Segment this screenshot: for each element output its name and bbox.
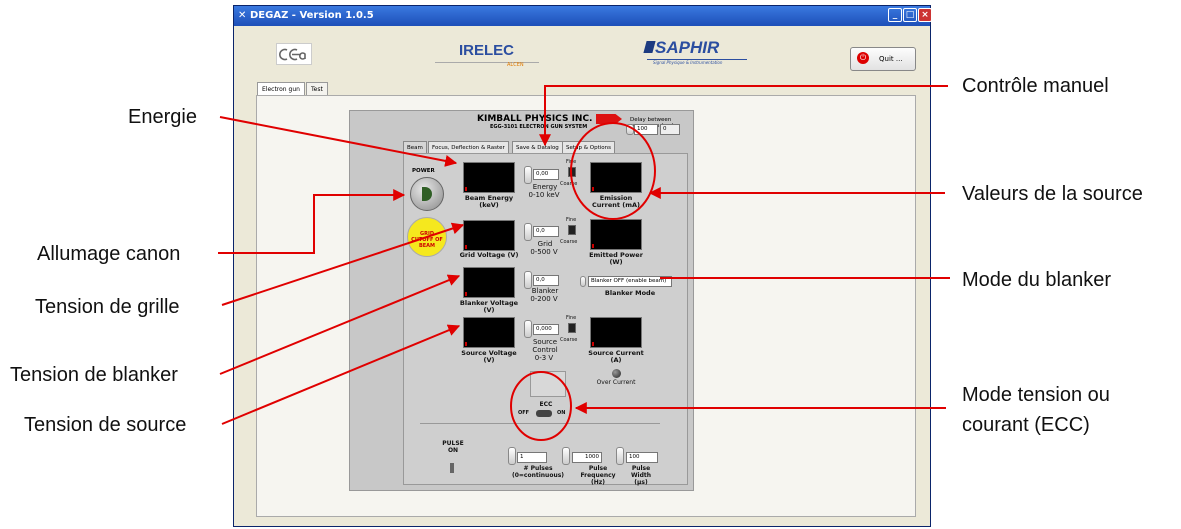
annotation-grille: Tension de grille <box>35 296 180 318</box>
ecc-circle <box>510 371 572 441</box>
arrow-allumage <box>218 189 406 254</box>
annotation-allumage: Allumage canon <box>37 243 181 265</box>
annotation-source: Tension de source <box>24 414 187 436</box>
arrow-blanker <box>219 274 461 375</box>
arrow-source <box>221 324 461 425</box>
annotation-ecc-line1: Mode tension ou <box>962 384 1110 406</box>
annotation-ecc-line2: courant (ECC) <box>962 414 1090 436</box>
arrow-controle <box>539 85 948 147</box>
arrow-energie <box>219 116 458 167</box>
source-values-circle <box>570 122 656 220</box>
annotation-mode-blanker: Mode du blanker <box>962 269 1111 291</box>
annotation-controle: Contrôle manuel <box>962 75 1109 97</box>
annotation-energie: Energie <box>128 106 197 128</box>
annotation-blanker: Tension de blanker <box>10 364 178 386</box>
annotation-valeurs: Valeurs de la source <box>962 183 1143 205</box>
arrow-grille <box>221 222 465 306</box>
